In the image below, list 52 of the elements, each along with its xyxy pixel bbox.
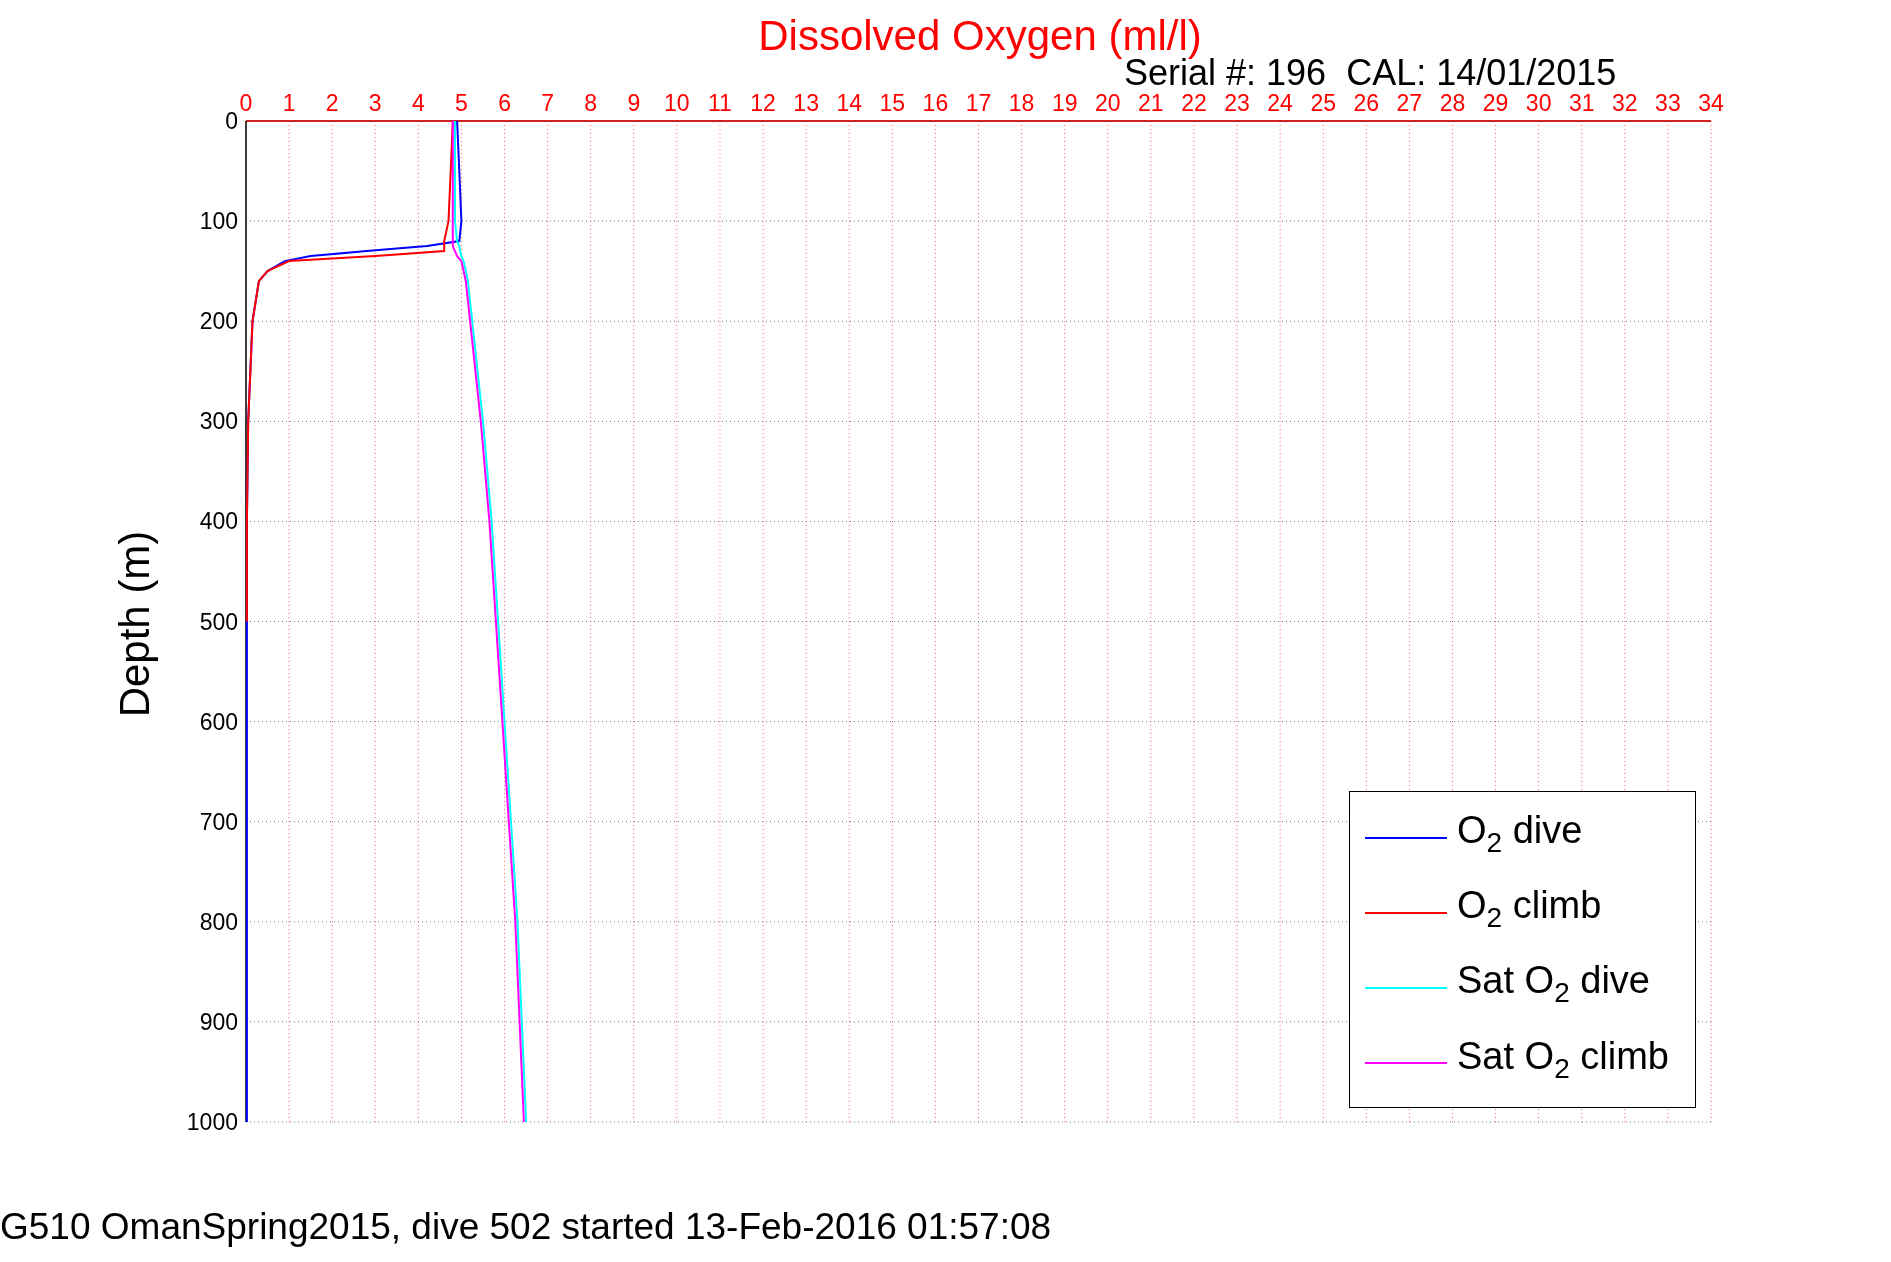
x-tick-label: 18 bbox=[1008, 90, 1035, 116]
x-tick-label: 16 bbox=[922, 90, 949, 116]
x-tick-label: 13 bbox=[793, 90, 819, 116]
x-tick-label: 31 bbox=[1568, 90, 1595, 116]
x-tick-label: 1 bbox=[282, 90, 296, 116]
y-tick-label: 600 bbox=[199, 708, 238, 735]
x-tick-label: 23 bbox=[1224, 90, 1250, 116]
x-tick-label: 33 bbox=[1655, 90, 1681, 116]
x-tick-label: 2 bbox=[325, 90, 339, 116]
x-tick-label: 32 bbox=[1612, 90, 1638, 116]
x-tick-label: 27 bbox=[1396, 90, 1423, 116]
x-tick-label: 25 bbox=[1310, 90, 1336, 116]
y-tick-label: 500 bbox=[199, 608, 238, 635]
y-axis-label: Depth (m) bbox=[111, 529, 159, 719]
y-tick-label: 200 bbox=[199, 308, 238, 335]
y-tick-label: 400 bbox=[199, 508, 238, 535]
x-tick-label: 6 bbox=[498, 90, 511, 116]
x-tick-label: 17 bbox=[965, 90, 992, 116]
x-tick-label: 3 bbox=[368, 90, 382, 116]
x-tick-label: 5 bbox=[455, 90, 468, 116]
legend-label: O$_{2}$ climb bbox=[1457, 884, 1602, 934]
legend-label: O$_{2}$ dive bbox=[1457, 808, 1583, 859]
x-tick-label: 12 bbox=[750, 90, 776, 116]
x-tick-label: 19 bbox=[1051, 90, 1078, 116]
x-tick-label: 4 bbox=[411, 90, 425, 116]
x-tick-label: 14 bbox=[836, 90, 863, 116]
x-tick-label: 20 bbox=[1094, 90, 1121, 116]
x-tick-label: 24 bbox=[1267, 90, 1293, 116]
y-tick-label: 100 bbox=[199, 208, 238, 235]
y-tick-label: 0 bbox=[225, 108, 238, 134]
x-tick-label: 28 bbox=[1439, 90, 1466, 116]
x-tick-label: 7 bbox=[541, 90, 554, 116]
x-tick-label: 0 bbox=[239, 90, 253, 116]
y-tick-label: 1000 bbox=[186, 1109, 238, 1135]
x-tick-label: 30 bbox=[1525, 90, 1552, 116]
legend-label: Sat O$_{2}$ climb bbox=[1457, 1034, 1669, 1085]
x-tick-label: 21 bbox=[1138, 90, 1164, 116]
x-tick-label: 9 bbox=[627, 90, 641, 116]
legend-label: Sat O$_{2}$ dive bbox=[1457, 959, 1650, 1009]
y-tick-label: 300 bbox=[199, 408, 238, 435]
x-tick-label: 26 bbox=[1353, 90, 1380, 116]
x-tick-label: 11 bbox=[708, 90, 732, 116]
y-tick-label: 900 bbox=[199, 1008, 238, 1035]
dive-caption: G510 OmanSpring2015, dive 502 started 13-Feb-2016 01:57:08 bbox=[0, 1206, 1052, 1248]
x-tick-label: 10 bbox=[664, 90, 690, 116]
y-tick-label: 800 bbox=[199, 908, 238, 935]
x-tick-label: 15 bbox=[879, 90, 906, 116]
y-tick-label: 700 bbox=[199, 808, 238, 835]
x-tick-label: 29 bbox=[1482, 90, 1509, 116]
x-tick-label: 8 bbox=[584, 90, 598, 116]
x-tick-label: 34 bbox=[1698, 90, 1724, 116]
x-tick-label: 22 bbox=[1181, 90, 1207, 116]
